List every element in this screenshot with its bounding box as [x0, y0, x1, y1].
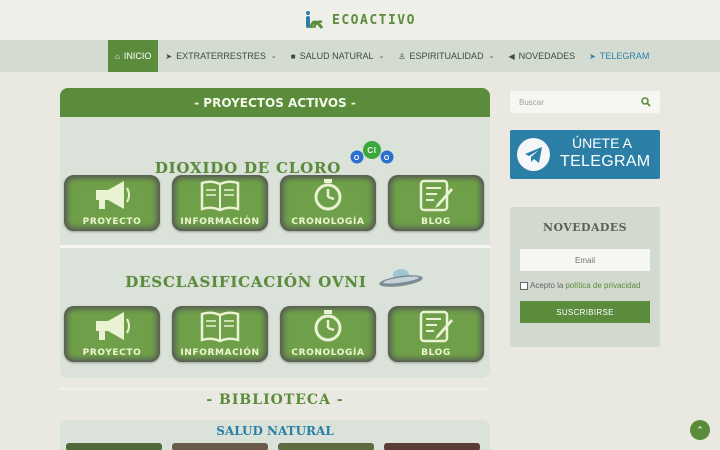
- book-thumbnail[interactable]: [278, 443, 374, 450]
- project-title: DESCLASIFICACIÓN OVNI: [60, 268, 490, 291]
- brand[interactable]: ECOACTIVO: [304, 10, 416, 30]
- megaphone-icon: [96, 312, 130, 340]
- book-icon: [200, 180, 240, 212]
- scroll-to-top-button[interactable]: ⌃: [690, 420, 710, 440]
- card-label: BLOG: [421, 348, 451, 358]
- ufo-icon: [378, 269, 423, 287]
- molecule-atom-o1: O: [354, 155, 360, 162]
- main-nav: ⌂ INICIO ➤ EXTRATERRESTRES ⌄ ■ SALUD NAT…: [0, 40, 720, 72]
- ecoactivo-logo-icon: [306, 11, 324, 29]
- email-field[interactable]: [520, 249, 650, 271]
- stopwatch-icon: [314, 179, 342, 211]
- card-label: CRONOLOGÍA: [291, 348, 365, 358]
- home-icon: ⌂: [115, 51, 120, 61]
- card-label: PROYECTO: [82, 217, 142, 227]
- telegram-line1: ÚNETE A: [572, 135, 632, 151]
- project-cards: PROYECTO INFORMACIÓN CRONOLOGÍA BLOG: [64, 306, 484, 362]
- megaphone-icon: [96, 181, 130, 209]
- telegram-join-banner[interactable]: ÚNETE A TELEGRAM: [510, 130, 660, 179]
- consent-prefix: Acepto la: [530, 281, 564, 290]
- chevron-down-icon: ⌄: [378, 53, 385, 60]
- site-header: ECOACTIVO: [0, 0, 720, 40]
- chevron-down-icon: ⌄: [488, 53, 495, 60]
- proyecto-card[interactable]: PROYECTO: [64, 175, 160, 231]
- card-label: BLOG: [421, 217, 451, 227]
- project-dioxido: DIOXIDO DE CLORO O Cl O PROYECTO INFORMA…: [60, 117, 490, 245]
- search-input[interactable]: Buscar: [519, 98, 544, 107]
- rocket-icon: ➤: [165, 51, 173, 61]
- biblioteca-divider: [60, 388, 490, 390]
- book-thumbnail[interactable]: [384, 443, 480, 450]
- telegram-line2: TELEGRAM: [560, 153, 651, 170]
- privacy-checkbox[interactable]: [520, 281, 528, 290]
- edit-icon: [419, 310, 453, 343]
- projects-panel: - PROYECTOS ACTIVOS - DIOXIDO DE CLORO O…: [60, 88, 490, 378]
- privacy-consent: Acepto la política de privacidad: [520, 281, 641, 290]
- card-label: INFORMACIÓN: [180, 348, 260, 358]
- informacion-card[interactable]: INFORMACIÓN: [172, 306, 268, 362]
- nav-label: INICIO: [123, 51, 152, 61]
- molecule-atom-o2: O: [384, 155, 390, 162]
- brand-name: ECOACTIVO: [332, 12, 416, 28]
- nav-label: SALUD NATURAL: [299, 51, 374, 61]
- edit-icon: [419, 179, 453, 212]
- paper-plane-icon: ➤: [589, 51, 596, 61]
- project-ovni: DESCLASIFICACIÓN OVNI PROYECTO INFORMACI…: [60, 248, 490, 376]
- projects-title: - PROYECTOS ACTIVOS -: [60, 88, 490, 117]
- card-label: CRONOLOGÍA: [291, 217, 365, 227]
- male-icon: ♙: [398, 51, 406, 61]
- nav-label: TELEGRAM: [599, 51, 650, 61]
- search-box[interactable]: Buscar: [510, 91, 660, 113]
- blog-card[interactable]: BLOG: [388, 175, 484, 231]
- biblioteca-panel: SALUD NATURAL: [60, 420, 490, 450]
- molecule-atom-cl: Cl: [367, 146, 377, 155]
- nav-item-extraterrestres[interactable]: ➤ EXTRATERRESTRES ⌄: [158, 40, 283, 72]
- stopwatch-icon: [314, 310, 342, 342]
- proyecto-card[interactable]: PROYECTO: [64, 306, 160, 362]
- double-chevron-up-icon: ⌃: [696, 424, 704, 435]
- nav-label: ESPIRITUALIDAD: [409, 51, 484, 61]
- subscribe-button[interactable]: SUSCRIBIRSE: [520, 301, 650, 323]
- book-thumbnail[interactable]: [172, 443, 268, 450]
- project-title: DIOXIDO DE CLORO O Cl O: [60, 139, 490, 177]
- privacy-policy-link[interactable]: política de privacidad: [565, 281, 640, 290]
- newsletter-title: NOVEDADES: [543, 221, 627, 234]
- book-icon: [200, 311, 240, 343]
- informacion-card[interactable]: INFORMACIÓN: [172, 175, 268, 231]
- card-label: INFORMACIÓN: [180, 217, 260, 227]
- biblioteca-thumbnails: [66, 443, 480, 450]
- biblioteca-section-title: SALUD NATURAL: [216, 424, 334, 438]
- blog-card[interactable]: BLOG: [388, 306, 484, 362]
- book-thumbnail[interactable]: [66, 443, 162, 450]
- chevron-down-icon: ⌄: [270, 53, 277, 60]
- molecule-icon: O Cl O: [350, 141, 394, 164]
- biblioteca-title: - BIBLIOTECA -: [206, 392, 344, 408]
- telegram-icon: [517, 138, 550, 171]
- project-cards: PROYECTO INFORMACIÓN CRONOLOGÍA BLOG: [64, 175, 484, 231]
- card-label: PROYECTO: [82, 348, 142, 358]
- cronologia-card[interactable]: CRONOLOGÍA: [280, 175, 376, 231]
- nav-item-inicio[interactable]: ⌂ INICIO: [108, 40, 159, 72]
- nav-item-novedades[interactable]: ◀ NOVEDADES: [501, 40, 582, 72]
- nav-item-espiritualidad[interactable]: ♙ ESPIRITUALIDAD ⌄: [391, 40, 501, 72]
- nav-item-salud-natural[interactable]: ■ SALUD NATURAL ⌄: [284, 40, 392, 72]
- nav-label: EXTRATERRESTRES: [176, 51, 266, 61]
- nav-item-telegram[interactable]: ➤ TELEGRAM: [582, 40, 656, 72]
- newsletter-widget: NOVEDADES Acepto la política de privacid…: [510, 207, 660, 347]
- megaphone-icon: ◀: [508, 51, 515, 61]
- search-icon[interactable]: [641, 97, 651, 107]
- briefcase-icon: ■: [290, 51, 296, 61]
- nav-label: NOVEDADES: [518, 51, 576, 61]
- cronologia-card[interactable]: CRONOLOGÍA: [280, 306, 376, 362]
